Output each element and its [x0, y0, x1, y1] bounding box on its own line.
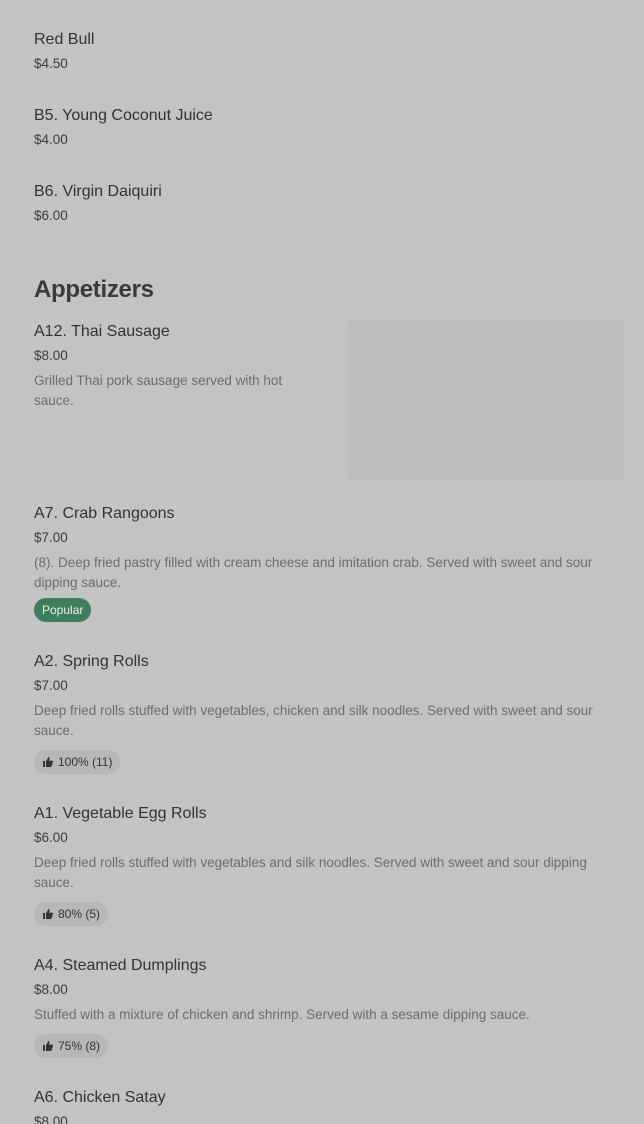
item-description: Deep fried rolls stuffed with vegetables… — [34, 703, 593, 738]
rating-text: 80% (5) — [58, 907, 101, 921]
item-image-thai-sausage[interactable] — [348, 320, 624, 480]
item-description: Deep fried rolls stuffed with vegetables… — [34, 855, 587, 890]
menu-item-young-coconut-juice[interactable]: B5. Young Coconut Juice $4.00 — [34, 106, 614, 149]
menu-item-virgin-daiquiri[interactable]: B6. Virgin Daiquiri $6.00 — [34, 182, 614, 225]
item-name: A7. Crab Rangoons — [34, 505, 175, 522]
menu-item-crab-rangoons[interactable]: A7. Crab Rangoons $7.00 (8). Deep fried … — [34, 504, 614, 622]
item-name: A1. Vegetable Egg Rolls — [34, 805, 207, 822]
rating-badge: 75% (8) — [34, 1034, 109, 1058]
item-name: A2. Spring Rolls — [34, 653, 149, 670]
item-price: $8.00 — [34, 348, 68, 363]
item-price: $8.00 — [34, 1114, 68, 1124]
item-price: $7.00 — [34, 678, 68, 693]
menu-item-steamed-dumplings[interactable]: A4. Steamed Dumplings $8.00 Stuffed with… — [34, 956, 614, 1058]
menu-item-vegetable-egg-rolls[interactable]: A1. Vegetable Egg Rolls $6.00 Deep fried… — [34, 804, 614, 926]
rating-text: 75% (8) — [58, 1039, 101, 1053]
thumbs-up-icon — [42, 1040, 54, 1052]
item-description: (8). Deep fried pastry filled with cream… — [34, 555, 593, 590]
rating-badge: 100% (11) — [34, 750, 121, 774]
thumbs-up-icon — [42, 908, 54, 920]
section-title-appetizers: Appetizers — [34, 276, 154, 303]
menu-item-chicken-satay[interactable]: A6. Chicken Satay $8.00 — [34, 1088, 614, 1124]
item-name: A6. Chicken Satay — [34, 1089, 166, 1106]
item-name: B5. Young Coconut Juice — [34, 107, 213, 124]
menu-item-spring-rolls[interactable]: A2. Spring Rolls $7.00 Deep fried rolls … — [34, 652, 614, 774]
popular-badge: Popular — [34, 598, 92, 622]
item-price: $4.00 — [34, 132, 68, 147]
menu-item-red-bull[interactable]: Red Bull $4.50 — [34, 30, 614, 73]
item-price: $7.00 — [34, 530, 68, 545]
item-name: B6. Virgin Daiquiri — [34, 183, 162, 200]
rating-badge: 80% (5) — [34, 902, 109, 926]
item-name: A4. Steamed Dumplings — [34, 957, 207, 974]
item-name: Red Bull — [34, 31, 95, 48]
rating-text: 100% (11) — [58, 755, 113, 769]
item-name: A12. Thai Sausage — [34, 323, 170, 340]
thumbs-up-icon — [42, 756, 54, 768]
item-description: Stuffed with a mixture of chicken and sh… — [34, 1007, 530, 1022]
item-description: Grilled Thai pork sausage served with ho… — [34, 373, 283, 408]
item-price: $8.00 — [34, 982, 68, 997]
item-price: $6.00 — [34, 208, 68, 223]
item-price: $6.00 — [34, 830, 68, 845]
menu-page: Red Bull $4.50 B5. Young Coconut Juice $… — [0, 0, 644, 1124]
item-price: $4.50 — [34, 56, 68, 71]
menu-item-thai-sausage[interactable]: A12. Thai Sausage $8.00 Grilled Thai por… — [34, 322, 310, 411]
